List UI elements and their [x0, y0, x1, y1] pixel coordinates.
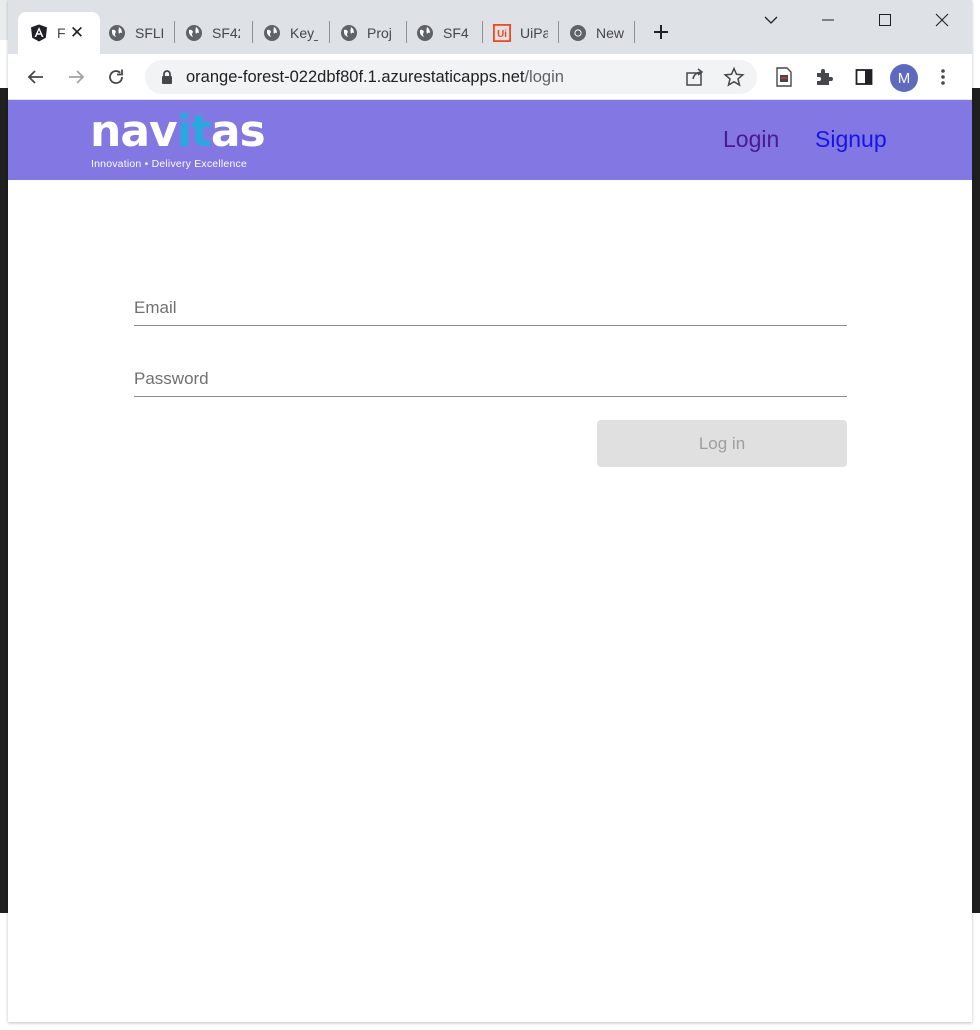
nav-login-link[interactable]: Login — [723, 126, 779, 153]
tab-new[interactable]: New — [569, 12, 635, 54]
arrow-left-icon — [27, 70, 43, 84]
tab-separator — [406, 21, 407, 43]
side-panel-icon — [855, 69, 873, 85]
password-input[interactable] — [134, 367, 847, 391]
email-field[interactable] — [134, 286, 847, 326]
profile-avatar[interactable]: M — [890, 64, 918, 92]
logo-wordmark: navitas — [90, 106, 266, 157]
chrome-icon — [569, 24, 587, 42]
tab-active[interactable]: F — [18, 12, 100, 54]
navitas-logo[interactable]: navitas Innovation • Delivery Excellence — [90, 110, 290, 172]
share-icon[interactable] — [684, 66, 706, 93]
minimize-icon — [822, 19, 834, 21]
tab-separator — [174, 21, 175, 43]
tab-title: SF42 — [212, 25, 240, 41]
tab-sfll[interactable]: SFLL — [108, 12, 174, 54]
nav-signup-link[interactable]: Signup — [815, 126, 887, 153]
reload-button[interactable] — [101, 62, 131, 92]
pdf-extension-button[interactable] — [769, 62, 799, 92]
maximize-icon — [879, 14, 891, 26]
close-icon — [935, 13, 949, 27]
tab-sf42[interactable]: SF42 — [185, 12, 251, 54]
tab-separator — [558, 21, 559, 43]
tab-title: SF4 — [443, 25, 469, 41]
document-icon — [776, 67, 792, 87]
email-input[interactable] — [134, 296, 847, 320]
side-panel-button[interactable] — [849, 62, 879, 92]
angular-icon — [30, 24, 48, 42]
tab-close-icon[interactable]: ✕ — [68, 23, 86, 42]
maximize-button[interactable] — [865, 6, 905, 34]
globe-icon — [416, 24, 434, 42]
browser-window: F ✕ SFLL SF42 Key_ Pr — [8, 0, 972, 1022]
url-path: /login — [524, 68, 564, 86]
logo-tagline: Innovation • Delivery Excellence — [91, 158, 247, 170]
extensions-button[interactable] — [809, 62, 839, 92]
tab-title: UiPa — [520, 25, 548, 41]
tab-strip: F ✕ SFLL SF42 Key_ Pr — [8, 0, 972, 54]
reload-icon — [109, 69, 123, 84]
browser-toolbar: orange-forest-022dbf80f.1.azurestaticapp… — [8, 54, 972, 100]
address-bar[interactable]: orange-forest-022dbf80f.1.azurestaticapp… — [145, 60, 757, 94]
tab-title: New — [596, 25, 624, 41]
uipath-icon: Ui — [493, 24, 511, 42]
url-text: orange-forest-022dbf80f.1.azurestaticapp… — [186, 68, 564, 87]
forward-button[interactable] — [61, 62, 91, 92]
globe-icon — [263, 24, 281, 42]
bookmark-star-icon[interactable] — [723, 66, 745, 93]
globe-icon — [340, 24, 358, 42]
password-field[interactable] — [134, 357, 847, 397]
tab-title: Proj — [367, 25, 392, 41]
tab-title: SFLL — [135, 25, 163, 41]
tab-proj[interactable]: Proj — [340, 12, 406, 54]
arrow-right-icon — [69, 70, 85, 84]
tab-separator — [634, 21, 635, 43]
logo-accent-letters: it — [176, 106, 212, 157]
tab-separator — [329, 21, 330, 43]
tab-separator — [482, 21, 483, 43]
puzzle-icon — [817, 69, 833, 85]
chevron-down-icon — [764, 16, 778, 24]
tab-key[interactable]: Key_ — [263, 12, 329, 54]
tab-separator — [252, 21, 253, 43]
plus-icon — [654, 25, 668, 39]
menu-button[interactable] — [928, 62, 958, 92]
lock-icon — [159, 69, 175, 85]
tab-search-button[interactable] — [751, 6, 791, 34]
globe-icon — [108, 24, 126, 42]
url-host: orange-forest-022dbf80f.1.azurestaticapp… — [186, 68, 525, 86]
tab-uipath[interactable]: Ui UiPa — [493, 12, 559, 54]
close-window-button[interactable] — [922, 6, 962, 34]
minimize-button[interactable] — [808, 6, 848, 34]
tab-sf4[interactable]: SF4 — [416, 12, 482, 54]
svg-text:Ui: Ui — [497, 29, 507, 40]
back-button[interactable] — [21, 62, 51, 92]
globe-icon — [185, 24, 203, 42]
desktop-background-right — [971, 88, 980, 913]
new-tab-button[interactable] — [649, 20, 673, 44]
more-vertical-icon — [941, 69, 945, 85]
tab-title: Key_ — [290, 25, 318, 41]
login-button[interactable]: Log in — [597, 420, 847, 467]
